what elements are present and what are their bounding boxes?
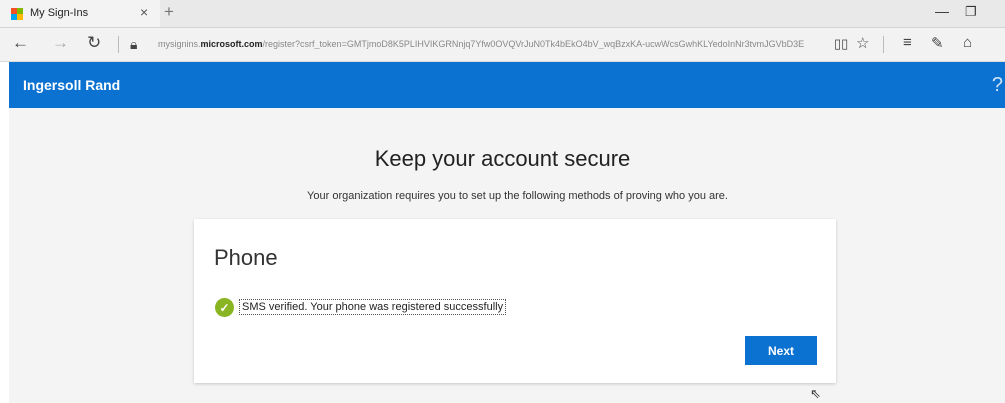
brand-title: Ingersoll Rand — [23, 77, 121, 93]
back-icon[interactable]: ← — [12, 33, 29, 53]
divider — [118, 36, 119, 53]
url-field[interactable]: mysignins.microsoft.com/register?csrf_to… — [158, 39, 808, 49]
tab-title: My Sign-Ins — [30, 7, 89, 19]
lock-icon: 🔒︎ — [130, 36, 138, 52]
next-button[interactable]: Next — [745, 336, 817, 365]
microsoft-logo-icon — [11, 8, 23, 20]
brand-header: Ingersoll Rand ? — [9, 62, 1005, 108]
browser-tab[interactable]: My Sign-Ins × — [0, 0, 160, 27]
minimize-icon[interactable]: — — [935, 3, 949, 19]
new-tab-icon[interactable]: + — [164, 2, 174, 22]
page-title: Keep your account secure — [374, 146, 631, 171]
phone-method-card: Phone ✓ SMS verified. Your phone was reg… — [194, 219, 836, 383]
success-check-icon: ✓ — [215, 298, 234, 317]
share-icon[interactable]: ⌂ — [963, 34, 972, 51]
help-icon[interactable]: ? — [992, 74, 1003, 97]
tab-close-icon[interactable]: × — [140, 4, 148, 20]
notes-pen-icon[interactable]: ✎ — [931, 34, 944, 52]
browser-tab-bar: My Sign-Ins × + — ❐ — [0, 0, 1005, 28]
reading-view-icon[interactable]: ▯▯ — [834, 36, 848, 52]
mouse-cursor-icon: ⇖ — [810, 386, 821, 401]
divider — [883, 36, 884, 53]
favorite-star-icon[interactable]: ☆ — [856, 34, 869, 52]
page-subtitle: Your organization requires you to set up… — [307, 190, 728, 202]
hub-icon[interactable]: ≡ — [903, 34, 912, 51]
refresh-icon[interactable]: ↻ — [87, 33, 101, 53]
success-message: SMS verified. Your phone was registered … — [239, 299, 507, 315]
card-title: Phone — [214, 245, 278, 270]
restore-window-icon[interactable]: ❐ — [965, 4, 977, 20]
forward-icon[interactable]: → — [52, 33, 69, 53]
address-bar: ← → ↻ 🔒︎ mysignins.microsoft.com/registe… — [0, 28, 1005, 62]
